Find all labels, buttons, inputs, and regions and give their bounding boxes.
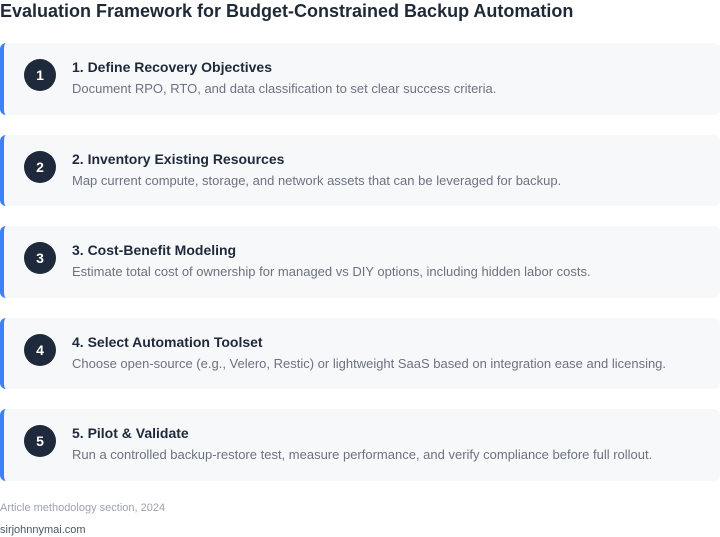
step-title: 2. Inventory Existing Resources xyxy=(72,151,285,167)
step-title: 3. Cost-Benefit Modeling xyxy=(72,242,237,258)
step-description: Choose open-source (e.g., Velero, Restic… xyxy=(72,356,667,371)
step-number-badge: 4 xyxy=(24,334,56,366)
step-title: 5. Pilot & Validate xyxy=(72,425,189,441)
source-note: Article methodology section, 2024 xyxy=(0,502,166,514)
step-number-badge: 5 xyxy=(24,425,56,457)
step-title: 1. Define Recovery Objectives xyxy=(72,59,272,75)
step-card: 4 4. Select Automation Toolset Choose op… xyxy=(0,318,720,389)
site-link[interactable]: sirjohnnymai.com xyxy=(0,524,86,536)
step-card: 5 5. Pilot & Validate Run a controlled b… xyxy=(0,409,720,481)
steps-list: 1 1. Define Recovery Objectives Document… xyxy=(0,43,720,501)
step-number-badge: 1 xyxy=(24,59,56,91)
step-description: Run a controlled backup-restore test, me… xyxy=(72,447,653,462)
step-card: 1 1. Define Recovery Objectives Document… xyxy=(0,43,720,115)
step-description: Estimate total cost of ownership for man… xyxy=(72,264,591,279)
step-title: 4. Select Automation Toolset xyxy=(72,334,263,350)
step-description: Document RPO, RTO, and data classificati… xyxy=(72,81,497,96)
page: Evaluation Framework for Budget-Constrai… xyxy=(0,0,720,537)
step-description: Map current compute, storage, and networ… xyxy=(72,173,562,188)
step-number-badge: 2 xyxy=(24,151,56,183)
step-number-badge: 3 xyxy=(24,242,56,274)
step-card: 2 2. Inventory Existing Resources Map cu… xyxy=(0,135,720,206)
page-title: Evaluation Framework for Budget-Constrai… xyxy=(0,1,574,21)
step-card: 3 3. Cost-Benefit Modeling Estimate tota… xyxy=(0,226,720,298)
